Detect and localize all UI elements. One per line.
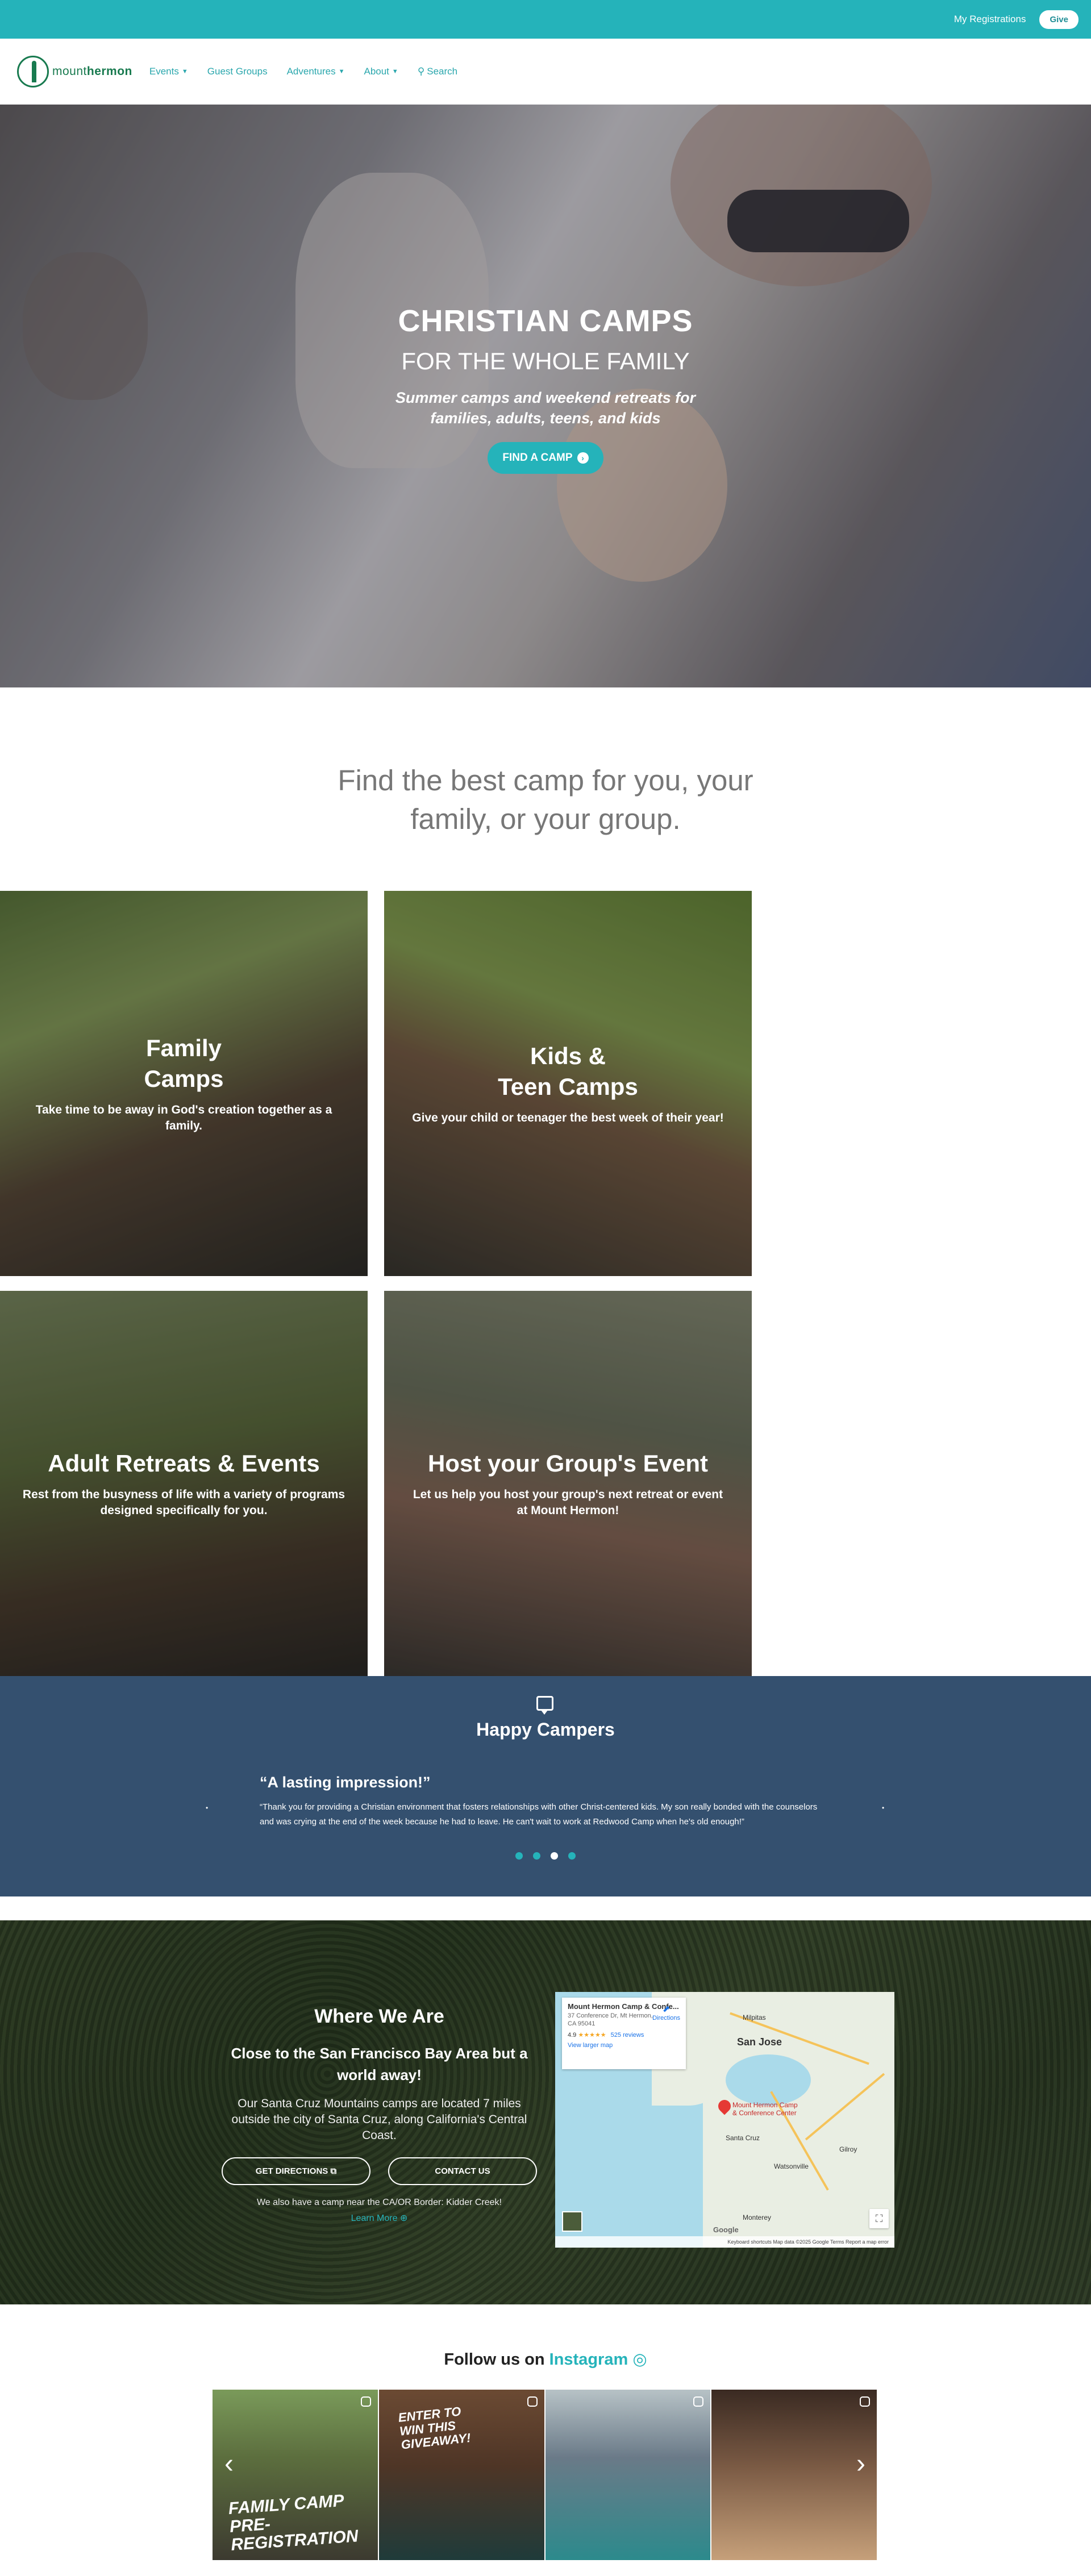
where-description: Our Santa Cruz Mountains camps are locat… — [231, 2097, 527, 2142]
carousel-dots — [0, 1852, 1091, 1860]
kidder-creek-note: We also have a camp near the CA/OR Borde… — [256, 2198, 502, 2207]
view-larger-map-link[interactable]: View larger map — [568, 2042, 680, 2049]
learn-more-link[interactable]: Learn More ⊕ — [222, 2212, 537, 2224]
directions-icon: ⬈ — [662, 2004, 671, 2014]
gallery-prev-icon[interactable]: ‹ — [219, 2449, 239, 2479]
main-nav: mounthermon Events ▼ Guest Groups Adventu… — [0, 39, 1091, 105]
nav-item-about[interactable]: About ▼ — [364, 66, 398, 77]
place-address: 37 Conference Dr, Mt Hermon, CA 95041 — [568, 2012, 653, 2027]
card-text: Rest from the busyness of life with a va… — [22, 1488, 345, 1517]
find-a-camp-button[interactable]: FIND A CAMP › — [488, 442, 603, 474]
map-label: Gilroy — [839, 2145, 857, 2153]
nav-item-guest-groups[interactable]: Guest Groups — [207, 66, 268, 77]
map-footer: Keyboard shortcuts Map data ©2025 Google… — [555, 2236, 894, 2248]
logo[interactable]: mounthermon — [17, 56, 132, 87]
carousel-prev-button[interactable]: • — [206, 1804, 208, 1812]
place-rating: 4.9 ★★★★★ 525 reviews — [568, 2032, 644, 2039]
card-text: Take time to be away in God's creation t… — [35, 1103, 332, 1132]
instagram-icon: ◎ — [632, 2350, 647, 2369]
where-text: Where We Are Close to the San Francisco … — [222, 2006, 537, 2224]
quote-title: “A lasting impression!” — [260, 1774, 431, 1791]
card-text: Let us help you host your group's next r… — [413, 1488, 723, 1517]
fullscreen-icon[interactable]: ⛶ — [869, 2209, 889, 2228]
testimonials-section: Happy Campers • “A lasting impression!” … — [0, 1676, 1091, 1896]
search-icon: ⚲ — [417, 66, 425, 77]
satellite-toggle[interactable] — [562, 2211, 582, 2232]
card-host-group-event[interactable]: Host your Group's Event Let us help you … — [384, 1291, 752, 1676]
map-label: Watsonville — [774, 2162, 809, 2170]
arrow-right-circle-icon: ⊕ — [399, 2214, 408, 2223]
map-label: San Jose — [737, 2036, 782, 2048]
card-family-camps[interactable]: Family Camps Take time to be away in God'… — [0, 891, 368, 1276]
instagram-icon — [527, 2396, 538, 2407]
instagram-icon — [860, 2396, 870, 2407]
chevron-down-icon: ▼ — [338, 68, 345, 75]
hero-description: Summer camps and weekend retreats for fam… — [395, 389, 696, 427]
card-kids-teen-camps[interactable]: Kids & Teen Camps Give your child or teen… — [384, 891, 752, 1276]
card-text: Give your child or teenager the best wee… — [412, 1111, 724, 1124]
testimonials-heading: Happy Campers — [476, 1719, 615, 1740]
google-map[interactable]: San Jose Milpitas Santa Cruz Watsonville… — [555, 1992, 894, 2248]
where-heading: Where We Are — [314, 2006, 444, 2027]
carousel-dot[interactable] — [515, 1852, 523, 1860]
hero-banner: CHRISTIAN CAMPS FOR THE WHOLE FAMILY Sum… — [0, 105, 1091, 687]
logo-wordmark: mounthermon — [52, 65, 132, 78]
directions-link[interactable]: ⬈ Directions — [652, 2003, 680, 2021]
map-label: Santa Cruz — [726, 2134, 760, 2142]
hero-subtitle: FOR THE WHOLE FAMILY — [401, 348, 690, 374]
card-title: Kids & Teen Camps — [498, 1043, 638, 1100]
map-label: Milpitas — [743, 2014, 766, 2021]
star-rating-icon: ★★★★★ — [578, 2032, 606, 2039]
nav-item-search[interactable]: ⚲ Search — [418, 66, 457, 77]
instagram-icon — [693, 2396, 704, 2407]
tree-logo-icon — [17, 56, 49, 87]
where-subheading: Close to the San Francisco Bay Area but … — [231, 2045, 528, 2083]
external-link-icon: ⧉ — [330, 2166, 337, 2176]
carousel-dot[interactable] — [568, 1852, 576, 1860]
get-directions-button[interactable]: GET DIRECTIONS ⧉ — [222, 2157, 370, 2185]
nav-item-adventures[interactable]: Adventures ▼ — [287, 66, 345, 77]
card-title: Adult Retreats & Events — [48, 1450, 320, 1477]
section-tagline: Find the best camp for you, your family,… — [338, 764, 753, 835]
where-we-are-section: Where We Are Close to the San Francisco … — [0, 1920, 1091, 2304]
reviews-link[interactable]: 525 reviews — [611, 2032, 644, 2039]
map-info-card: Mount Hermon Camp & Confe... 37 Conferen… — [562, 1998, 686, 2069]
post-caption: ENTER TO WIN THIS GIVEAWAY! — [397, 2404, 472, 2452]
contact-us-button[interactable]: CONTACT US — [388, 2157, 537, 2185]
instagram-post[interactable]: ENTER TO WIN THIS GIVEAWAY! — [378, 2390, 546, 2560]
chat-bubble-icon — [536, 1696, 553, 1715]
card-title: Family Camps — [144, 1035, 224, 1092]
carousel-next-button[interactable]: • — [882, 1804, 884, 1812]
instagram-icon — [360, 2396, 371, 2407]
instagram-heading: Follow us on Instagram ◎ — [444, 2350, 647, 2369]
quote-text: “Thank you for providing a Christian env… — [260, 1802, 818, 1827]
card-adult-retreats[interactable]: Adult Retreats & Events Rest from the bu… — [0, 1291, 368, 1676]
arrow-right-circle-icon: › — [577, 452, 589, 464]
gallery-next-icon[interactable]: › — [851, 2449, 871, 2479]
carousel-dot-active[interactable] — [551, 1852, 558, 1860]
post-caption: FAMILY CAMP PRE-REGISTRATION — [227, 2491, 359, 2554]
give-button[interactable]: Give — [1039, 10, 1078, 29]
map-pin-label: Mount Hermon Camp & Conference Center — [732, 2101, 798, 2117]
instagram-gallery: FAMILY CAMP PRE-REGISTRATION ENTER TO WI… — [213, 2390, 878, 2560]
instagram-link[interactable]: Instagram ◎ — [549, 2350, 647, 2369]
top-bar: My Registrations Give — [0, 0, 1091, 39]
map-label: Monterey — [743, 2214, 772, 2221]
chevron-down-icon: ▼ — [392, 68, 398, 75]
card-title: Host your Group's Event — [427, 1450, 709, 1477]
instagram-post[interactable] — [545, 2390, 712, 2560]
carousel-dot[interactable] — [533, 1852, 540, 1860]
nav-item-events[interactable]: Events ▼ — [149, 66, 188, 77]
my-registrations-link[interactable]: My Registrations — [954, 14, 1026, 25]
hero-text: CHRISTIAN CAMPS FOR THE WHOLE FAMILY Sum… — [0, 303, 1091, 474]
chevron-down-icon: ▼ — [181, 68, 188, 75]
hero-title: CHRISTIAN CAMPS — [398, 304, 693, 338]
google-logo: Google — [713, 2225, 739, 2234]
